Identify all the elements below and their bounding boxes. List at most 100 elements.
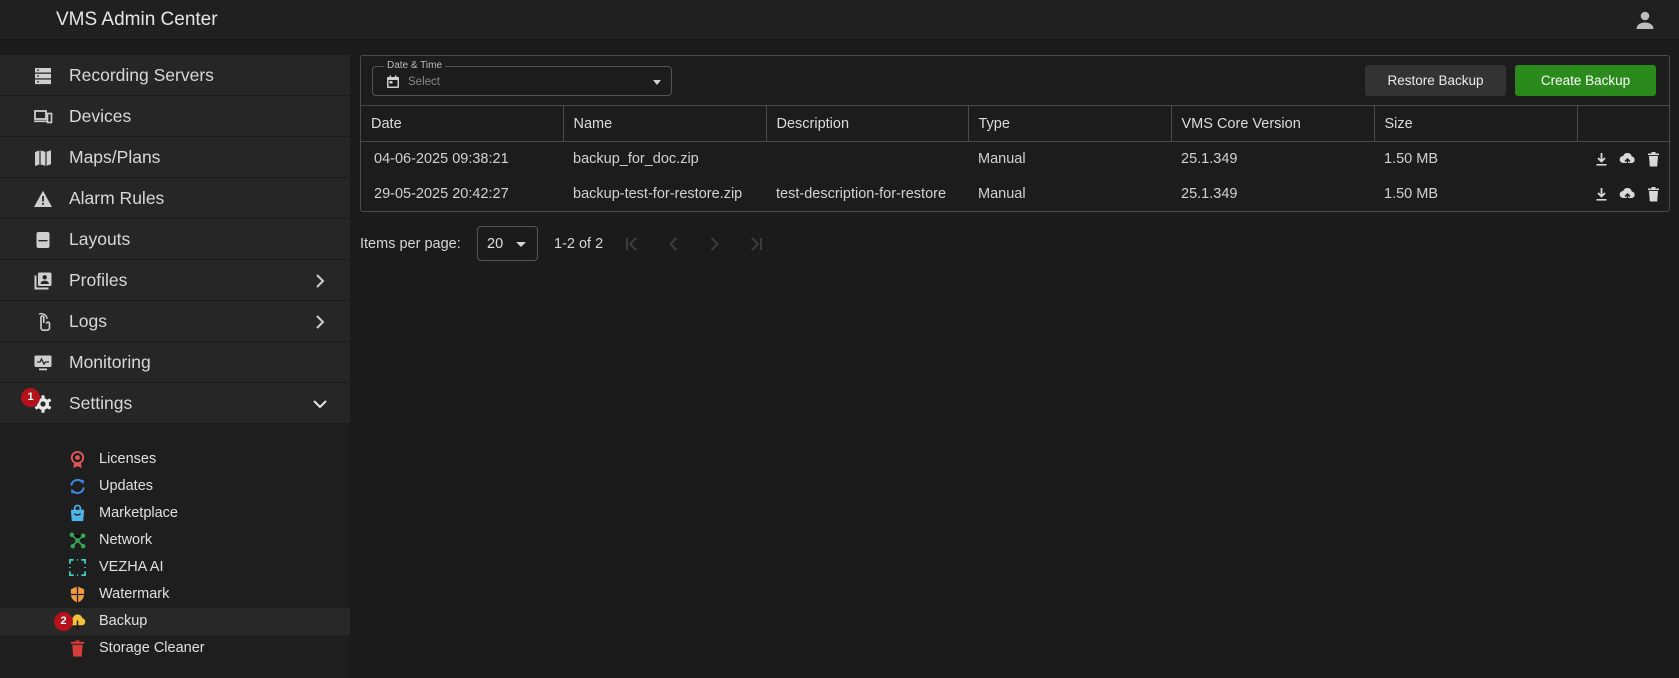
restore-backup-button[interactable]: Restore Backup [1365,65,1506,96]
date-time-filter[interactable]: Date & Time Select [372,60,672,96]
sidebar: Recording Servers Devices Maps/Plans Ala… [0,55,350,678]
sidebar-item-monitoring[interactable]: Monitoring [0,342,350,383]
date-time-placeholder: Select [408,76,440,88]
backup-panel: Date & Time Select Restore Backup Create… [360,55,1670,212]
network-icon [69,532,86,549]
sidebar-item-recording-servers[interactable]: Recording Servers [0,55,350,96]
next-page-icon[interactable] [704,234,724,254]
column-header-description[interactable]: Description [766,105,969,142]
sidebar-item-alarm-rules[interactable]: Alarm Rules [0,178,350,219]
column-header-size[interactable]: Size [1374,105,1578,142]
table-row: 29-05-2025 20:42:27 backup-test-for-rest… [361,177,1669,212]
chevron-right-icon [316,274,325,288]
sidebar-subitem-watermark[interactable]: Watermark [0,581,350,608]
shopping-bag-icon [70,504,85,522]
cell-version: 25.1.349 [1181,151,1238,168]
sidebar-subitem-updates[interactable]: Updates [0,473,350,500]
cell-date: 29-05-2025 20:42:27 [374,186,509,202]
sidebar-item-label: Settings [69,393,133,413]
page-size-value: 20 [487,236,504,252]
date-time-legend: Date & Time [384,60,446,71]
shield-icon [70,586,85,603]
sidebar-subitem-label: Watermark [99,586,170,602]
sidebar-item-settings[interactable]: Settings [0,383,350,424]
sidebar-item-label: Maps/Plans [69,147,161,167]
sidebar-subitem-backup[interactable]: Backup [0,608,350,635]
sidebar-subitem-label: Licenses [99,451,157,467]
sidebar-item-label: Layouts [69,229,131,249]
logs-icon [38,313,51,331]
devices-icon [34,110,53,124]
calendar-icon [387,75,399,88]
app-title: VMS Admin Center [56,9,218,30]
server-icon [35,68,51,85]
page-range-label: 1-2 of 2 [554,236,604,252]
column-header-type[interactable]: Type [968,105,1172,142]
cell-size: 1.50 MB [1384,151,1438,168]
cell-date: 04-06-2025 09:38:21 [374,151,509,168]
sidebar-subitem-vezha-ai[interactable]: VEZHA AI [0,554,350,581]
column-header-vms-core-version[interactable]: VMS Core Version [1171,105,1375,142]
sidebar-subitem-label: Marketplace [99,505,178,521]
ai-scan-icon [69,559,86,576]
monitor-icon [34,355,52,371]
sidebar-item-label: Alarm Rules [69,188,165,208]
chevron-right-icon [316,315,325,329]
previous-page-icon[interactable] [664,234,684,254]
sidebar-item-devices[interactable]: Devices [0,96,350,137]
table-row: 04-06-2025 09:38:21 backup_for_doc.zip M… [361,142,1669,177]
sidebar-item-label: Profiles [69,270,128,290]
user-account-icon[interactable] [1633,8,1657,32]
last-page-icon[interactable] [746,234,766,254]
warning-icon [34,190,52,207]
cell-actions [1577,142,1669,177]
first-page-icon[interactable] [622,234,642,254]
sidebar-subitem-marketplace[interactable]: Marketplace [0,500,350,527]
sidebar-subitem-label: Network [99,532,153,548]
create-backup-button[interactable]: Create Backup [1515,65,1656,96]
items-per-page-label: Items per page: [360,236,461,252]
sidebar-item-layouts[interactable]: Layouts [0,219,350,260]
column-header-name[interactable]: Name [563,105,767,142]
sidebar-subitem-licenses[interactable]: Licenses [0,446,350,473]
cell-name: backup-test-for-restore.zip [573,186,743,202]
sidebar-subitem-label: Backup [99,613,148,629]
download-icon[interactable] [1593,151,1610,168]
table-header-row: Date Name Description Type VMS Core Vers… [361,105,1669,142]
delete-icon[interactable] [1645,151,1662,168]
profiles-icon [34,272,52,290]
cell-type: Manual [978,151,1026,168]
license-icon [70,450,85,469]
column-header-date[interactable]: Date [361,105,564,142]
sidebar-item-label: Devices [69,106,132,126]
cell-description [766,142,968,177]
sidebar-item-logs[interactable]: Logs [0,301,350,342]
sidebar-subitem-label: VEZHA AI [99,559,164,575]
sidebar-subitem-network[interactable]: Network [0,527,350,554]
cell-version: 25.1.349 [1181,186,1238,202]
sidebar-item-label: Recording Servers [69,65,214,85]
cell-size: 1.50 MB [1384,186,1438,202]
cell-description: test-description-for-restore [776,186,947,202]
sidebar-item-profiles[interactable]: Profiles [0,260,350,301]
sidebar-subitem-storage-cleaner[interactable]: Storage Cleaner [0,635,350,662]
sidebar-subitem-label: Storage Cleaner [99,640,205,656]
chevron-down-icon [313,400,327,409]
cloud-upload-icon[interactable] [1619,151,1636,168]
refresh-icon [70,478,85,495]
map-icon [35,150,51,166]
download-icon[interactable] [1593,186,1610,203]
cloud-upload-icon[interactable] [1619,186,1636,203]
pagination: Items per page: 20 1-2 of 2 [360,226,780,262]
settings-badge: 1 [21,388,40,407]
backup-badge: 2 [54,612,73,631]
cell-name: backup_for_doc.zip [573,151,699,168]
dropdown-arrow-icon [516,242,526,247]
sidebar-item-label: Logs [69,311,107,331]
cell-type: Manual [978,186,1026,202]
trash-icon [70,640,85,657]
delete-icon[interactable] [1645,186,1662,203]
sidebar-item-maps-plans[interactable]: Maps/Plans [0,137,350,178]
page-size-select[interactable]: 20 [477,226,538,261]
layouts-icon [36,232,50,248]
